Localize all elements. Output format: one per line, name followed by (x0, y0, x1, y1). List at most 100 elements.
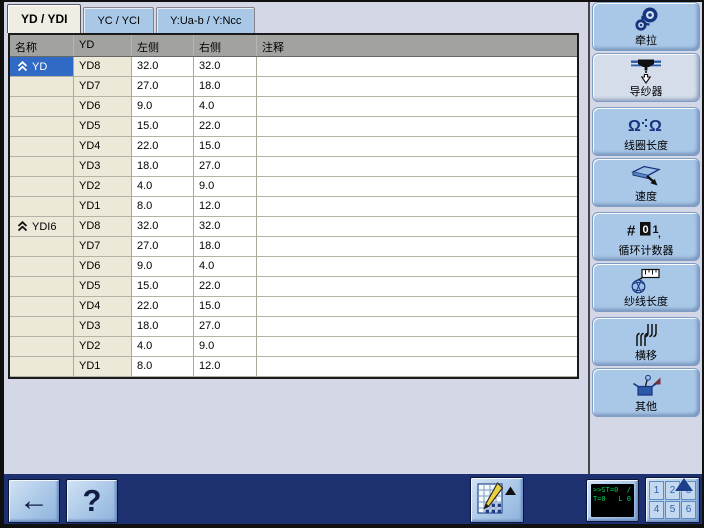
comment-cell[interactable] (257, 297, 577, 317)
group-name-cell[interactable] (10, 257, 74, 277)
machine-status-button[interactable]: >>ST=0 /T=0 L 0 (586, 479, 639, 522)
right-value-cell[interactable]: 22.0 (194, 117, 257, 137)
comment-cell[interactable] (257, 97, 577, 117)
group-name-cell[interactable] (10, 97, 74, 117)
speed-icon (629, 163, 663, 190)
table-row: YD69.04.0 (10, 97, 577, 117)
group-name-cell[interactable] (10, 77, 74, 97)
numeric-keypad-button[interactable]: 1 2 3 4 5 6 (645, 477, 700, 523)
left-value-cell[interactable]: 15.0 (132, 277, 194, 297)
left-value-cell[interactable]: 4.0 (132, 177, 194, 197)
edit-table-button[interactable] (470, 477, 524, 523)
tab-yc-yci[interactable]: YC / YCI (83, 7, 154, 33)
group-name-cell[interactable] (10, 137, 74, 157)
screen-frame-left (0, 0, 4, 528)
comment-cell[interactable] (257, 237, 577, 257)
yarn-carrier-icon (630, 58, 662, 85)
left-value-cell[interactable]: 27.0 (132, 237, 194, 257)
others-icon (630, 373, 662, 400)
left-value-cell[interactable]: 9.0 (132, 257, 194, 277)
table-row: YDI6YD832.032.0 (10, 217, 577, 237)
table-row: YD727.018.0 (10, 237, 577, 257)
sidebar-button-racking[interactable]: 横移 (592, 317, 700, 366)
right-value-cell[interactable]: 15.0 (194, 297, 257, 317)
group-name-cell[interactable] (10, 197, 74, 217)
group-name-cell[interactable] (10, 357, 74, 377)
sidebar-button-cycle-counter[interactable]: # 0 1 , 循环计数器 (592, 212, 700, 261)
right-value-cell[interactable]: 15.0 (194, 137, 257, 157)
left-value-cell[interactable]: 4.0 (132, 337, 194, 357)
help-icon: ? (83, 483, 102, 519)
right-value-cell[interactable]: 32.0 (194, 217, 257, 237)
comment-cell[interactable] (257, 217, 577, 237)
header-right: 右侧 (194, 35, 257, 56)
left-value-cell[interactable]: 15.0 (132, 117, 194, 137)
right-value-cell[interactable]: 12.0 (194, 197, 257, 217)
tab-yuab-yncc[interactable]: Y:Ua-b / Y:Ncc (156, 7, 255, 33)
sidebar-label: 速度 (635, 191, 657, 203)
tab-yd-ydi[interactable]: YD / YDI (7, 4, 81, 33)
yd-label-cell: YD3 (74, 317, 132, 337)
comment-cell[interactable] (257, 317, 577, 337)
comment-cell[interactable] (257, 277, 577, 297)
right-value-cell[interactable]: 32.0 (194, 57, 257, 77)
help-button[interactable]: ? (66, 479, 118, 523)
left-value-cell[interactable]: 22.0 (132, 137, 194, 157)
right-value-cell[interactable]: 27.0 (194, 157, 257, 177)
right-value-cell[interactable]: 9.0 (194, 177, 257, 197)
left-value-cell[interactable]: 8.0 (132, 357, 194, 377)
table-body: YDYD832.032.0YD727.018.0YD69.04.0YD515.0… (10, 57, 577, 377)
left-value-cell[interactable]: 32.0 (132, 217, 194, 237)
header-name: 名称 (10, 35, 74, 56)
comment-cell[interactable] (257, 177, 577, 197)
group-name-cell[interactable] (10, 177, 74, 197)
group-name-cell[interactable]: YDI6 (10, 217, 74, 237)
sidebar-button-yarn-carrier[interactable]: 导纱器 (592, 53, 700, 102)
right-value-cell[interactable]: 4.0 (194, 257, 257, 277)
left-value-cell[interactable]: 18.0 (132, 317, 194, 337)
left-value-cell[interactable]: 9.0 (132, 97, 194, 117)
comment-cell[interactable] (257, 77, 577, 97)
right-value-cell[interactable]: 27.0 (194, 317, 257, 337)
group-name-cell[interactable] (10, 317, 74, 337)
comment-cell[interactable] (257, 337, 577, 357)
group-name-cell[interactable]: YD (10, 57, 74, 77)
right-value-cell[interactable]: 18.0 (194, 237, 257, 257)
right-value-cell[interactable]: 18.0 (194, 77, 257, 97)
group-name-cell[interactable] (10, 337, 74, 357)
sidebar-label: 导纱器 (630, 86, 663, 98)
table-pencil-icon (477, 481, 517, 520)
comment-cell[interactable] (257, 197, 577, 217)
right-value-cell[interactable]: 22.0 (194, 277, 257, 297)
group-name-cell[interactable] (10, 157, 74, 177)
table-row: YD515.022.0 (10, 277, 577, 297)
comment-cell[interactable] (257, 357, 577, 377)
group-name-cell[interactable] (10, 277, 74, 297)
yd-label-cell: YD5 (74, 117, 132, 137)
left-value-cell[interactable]: 22.0 (132, 297, 194, 317)
comment-cell[interactable] (257, 57, 577, 77)
right-value-cell[interactable]: 9.0 (194, 337, 257, 357)
comment-cell[interactable] (257, 157, 577, 177)
left-value-cell[interactable]: 18.0 (132, 157, 194, 177)
table-row: YD18.012.0 (10, 357, 577, 377)
group-name-cell[interactable] (10, 117, 74, 137)
sidebar-button-loop-length[interactable]: Ω Ω 线圈长度 (592, 107, 700, 156)
back-button[interactable]: ← (8, 479, 60, 523)
yd-label-cell: YD4 (74, 137, 132, 157)
left-value-cell[interactable]: 32.0 (132, 57, 194, 77)
sidebar-button-others[interactable]: 其他 (592, 368, 700, 417)
sidebar-button-yarn-length[interactable]: 纱线长度 (592, 263, 700, 312)
back-arrow-icon: ← (19, 484, 49, 518)
sidebar-button-speed[interactable]: 速度 (592, 158, 700, 207)
comment-cell[interactable] (257, 137, 577, 157)
left-value-cell[interactable]: 8.0 (132, 197, 194, 217)
right-value-cell[interactable]: 12.0 (194, 357, 257, 377)
right-value-cell[interactable]: 4.0 (194, 97, 257, 117)
left-value-cell[interactable]: 27.0 (132, 77, 194, 97)
group-name-cell[interactable] (10, 237, 74, 257)
sidebar-button-takedown[interactable]: 牵拉 (592, 2, 700, 51)
group-name-cell[interactable] (10, 297, 74, 317)
comment-cell[interactable] (257, 257, 577, 277)
comment-cell[interactable] (257, 117, 577, 137)
